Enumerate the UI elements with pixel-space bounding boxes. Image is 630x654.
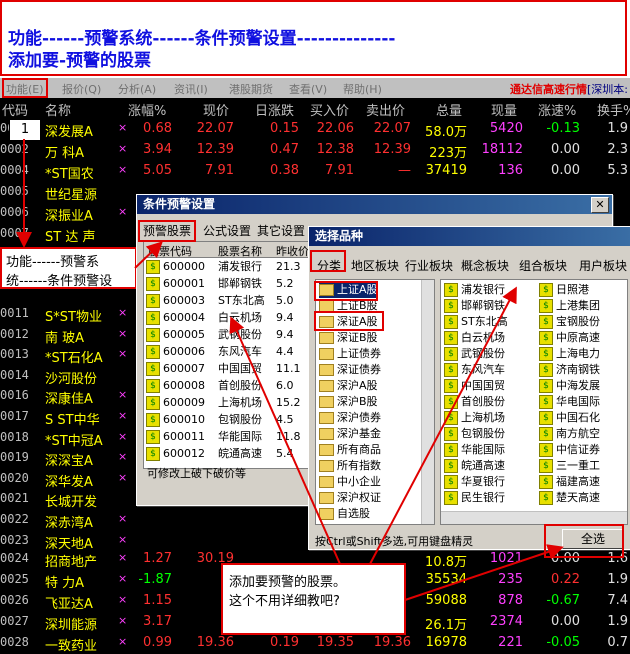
- arrow-to-selectall: [404, 544, 564, 601]
- arrow-to-stocks: [369, 286, 517, 565]
- arrow-to-list: [229, 316, 341, 565]
- annotation-arrows: [16, 139, 564, 601]
- arrow-to-tab: [134, 241, 163, 269]
